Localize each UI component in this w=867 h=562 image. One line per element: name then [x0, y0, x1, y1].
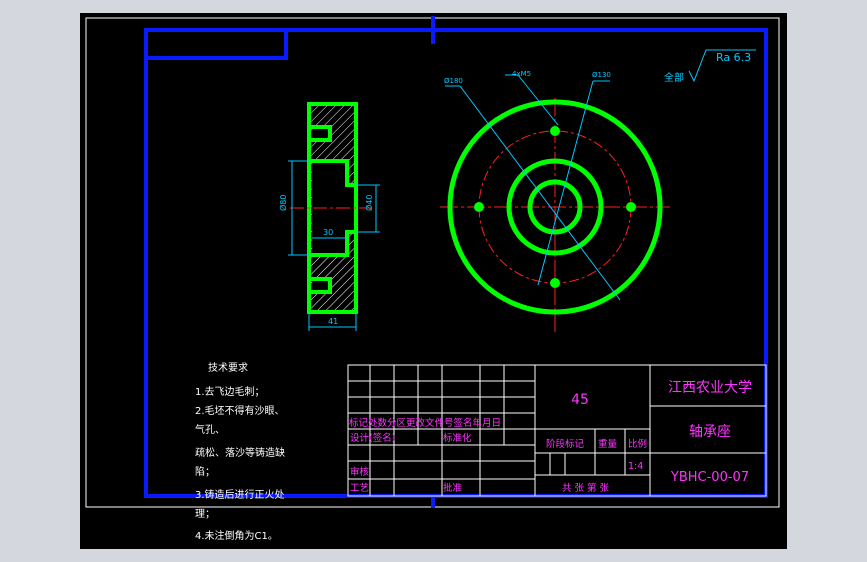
- dim-depth-label: 30: [323, 228, 333, 237]
- surface-finish-value: Ra 6.3: [716, 51, 751, 64]
- title-block: 45 江西农业大学 轴承座 YBHC-00-07 标记处数分区更改文件号签名年月…: [347, 364, 767, 497]
- dim-outer-diameter: Ø180: [444, 77, 463, 85]
- standardize-row: 标准化: [443, 432, 472, 444]
- dim-bolt-holes: 4xM5: [512, 70, 531, 78]
- stage-mark-header: 阶段标记: [546, 438, 585, 450]
- revision-headers: 标记处数分区更改文件号签名年月日: [349, 417, 501, 429]
- paper-border: [85, 17, 780, 508]
- tech-requirements: 技术要求 1.去飞边毛刺； 2.毛坯不得有沙眼、 气孔、 疏松、落沙等铸造缺 陷…: [195, 361, 285, 542]
- designer-row: 设计(签名): [350, 432, 395, 444]
- dim-inner-label: Ø40: [364, 195, 374, 211]
- school-name: 江西农业大学: [668, 380, 752, 396]
- tech-line: 4.未注倒角为C1。: [195, 529, 278, 542]
- scale-value: 1:4: [628, 461, 643, 472]
- sheet-count: 共 张 第 张: [562, 482, 610, 494]
- tech-line: 1.去飞边毛刺；: [195, 386, 265, 398]
- section-view: Ø80 Ø40 30 41: [278, 102, 380, 331]
- weight-header: 重量: [598, 438, 618, 450]
- scale-header: 比例: [628, 438, 647, 450]
- tech-line: 气孔、: [195, 423, 225, 436]
- tech-line: 疏松、落沙等铸造缺: [195, 446, 285, 459]
- dim-pitch-diameter: Ø130: [592, 71, 611, 79]
- surface-finish: 全部 Ra 6.3: [664, 49, 756, 84]
- tech-line: 2.毛坯不得有沙眼、: [195, 404, 285, 417]
- tech-title: 技术要求: [208, 361, 248, 374]
- tech-line: 理；: [195, 508, 215, 520]
- dim-width-label: 41: [328, 317, 338, 326]
- tech-line: 陷；: [195, 465, 215, 478]
- craft-row: 工艺: [350, 483, 369, 494]
- review-row: 审核: [350, 466, 370, 478]
- approve-row: 批准: [443, 482, 463, 494]
- tech-line: 3.铸造后进行正火处: [195, 488, 285, 501]
- cad-viewport[interactable]: Ø80 Ø40 30 41 Ø180 4xM5 Ø130 全部 Ra 6.3 技…: [80, 13, 787, 549]
- drawing-canvas: Ø80 Ø40 30 41 Ø180 4xM5 Ø130 全部 Ra 6.3 技…: [85, 16, 780, 542]
- material-cell: 45: [571, 392, 589, 408]
- dim-outer-label: Ø80: [278, 195, 288, 211]
- front-view: Ø180 4xM5 Ø130: [440, 70, 670, 333]
- part-name: 轴承座: [689, 424, 731, 440]
- surface-finish-prefix: 全部: [664, 71, 684, 84]
- drawing-number: YBHC-00-07: [670, 470, 749, 485]
